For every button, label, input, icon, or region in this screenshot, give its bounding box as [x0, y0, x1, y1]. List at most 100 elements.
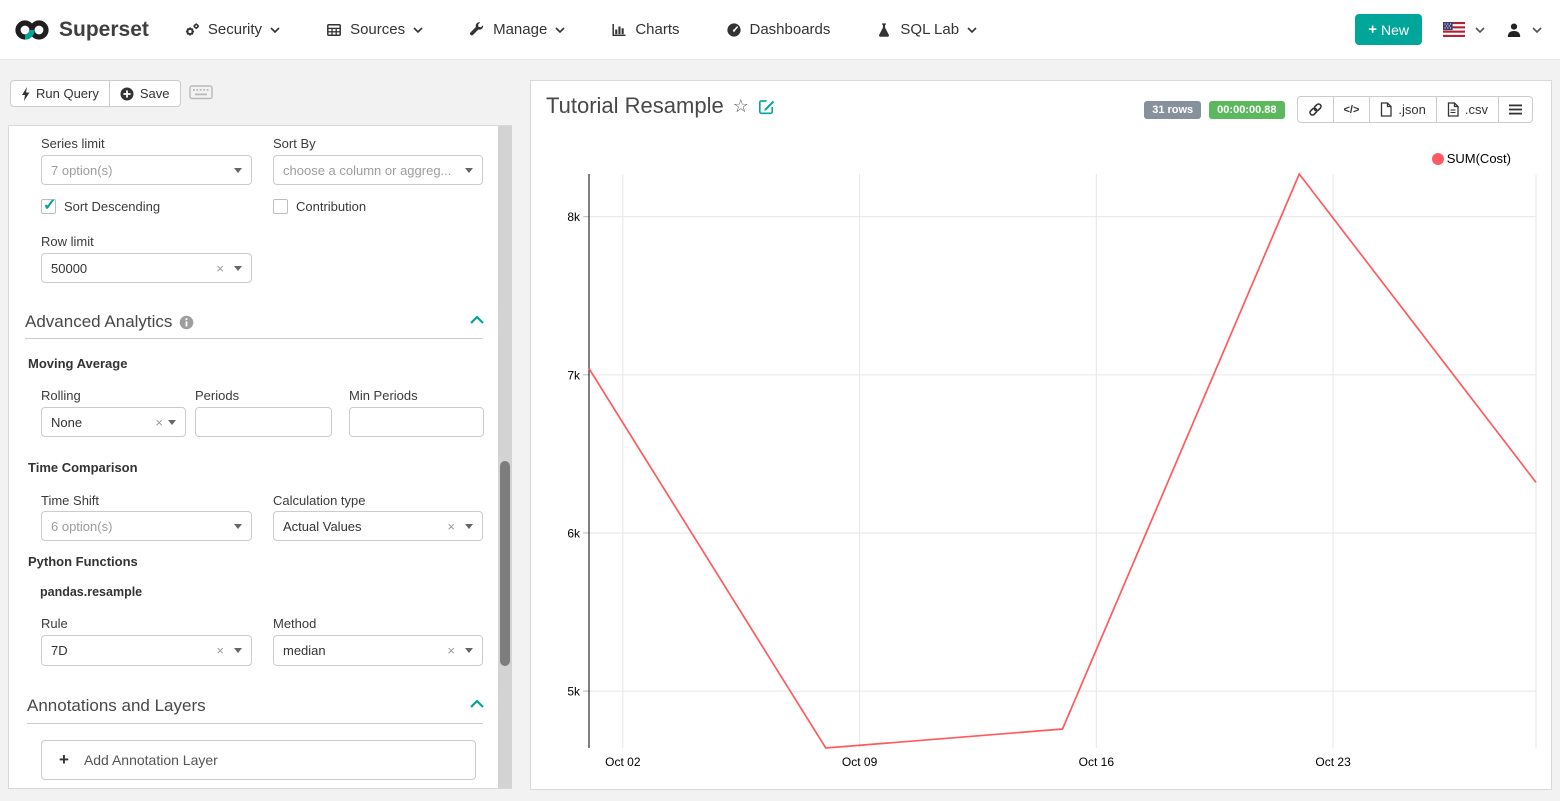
rolling-select[interactable]: None ×: [41, 407, 186, 437]
sort-by-select[interactable]: choose a column or aggreg...: [273, 155, 483, 185]
chart-menu-button[interactable]: [1498, 96, 1533, 123]
clear-icon[interactable]: ×: [216, 644, 224, 657]
select-caret-icon: [465, 524, 473, 529]
nav-item-sql-lab[interactable]: SQL Lab: [853, 0, 1000, 59]
short-url-button[interactable]: [1297, 96, 1334, 123]
query-button-group: Run Query Save: [10, 80, 181, 107]
run-query-button[interactable]: Run Query: [10, 80, 110, 107]
advanced-analytics-section-header[interactable]: Advanced Analytics: [25, 312, 194, 332]
chart-title-row: Tutorial Resample ☆: [546, 93, 775, 119]
info-icon: [179, 315, 194, 330]
nav-menu: Security Sources Manage: [161, 0, 1000, 59]
code-icon: </>: [1344, 104, 1360, 116]
row-limit-select[interactable]: 50000 ×: [41, 253, 252, 283]
annotations-section-header[interactable]: Annotations and Layers: [27, 696, 206, 716]
chevron-down-icon: [555, 27, 565, 33]
select-caret-icon: [168, 420, 176, 425]
nav-item-label: Charts: [635, 21, 679, 38]
top-navbar: Superset: [0, 0, 1560, 60]
time-shift-select[interactable]: 6 option(s): [41, 511, 252, 541]
table-icon: [326, 22, 342, 38]
method-select[interactable]: median ×: [273, 635, 483, 666]
favorite-star-icon[interactable]: ☆: [733, 97, 749, 115]
clear-icon[interactable]: ×: [216, 262, 224, 275]
periods-label: Periods: [195, 388, 239, 403]
superset-brand[interactable]: Superset: [14, 18, 149, 42]
nav-item-security[interactable]: Security: [161, 0, 303, 59]
language-dropdown[interactable]: [1443, 22, 1485, 37]
bolt-icon: [21, 87, 30, 101]
select-caret-icon: [234, 266, 242, 271]
export-json-button[interactable]: .json: [1369, 96, 1436, 123]
new-button[interactable]: +New: [1355, 14, 1422, 45]
nav-item-label: SQL Lab: [900, 21, 959, 38]
edit-title-icon[interactable]: [758, 98, 775, 115]
line-chart: 5k6k7k8kOct 02Oct 09Oct 16Oct 23: [531, 141, 1551, 789]
sort-descending-checkbox[interactable]: ✓ Sort Descending: [41, 199, 160, 214]
clear-icon[interactable]: ×: [155, 416, 163, 429]
clear-icon[interactable]: ×: [447, 644, 455, 657]
user-dropdown[interactable]: [1506, 22, 1542, 38]
contribution-checkbox[interactable]: Contribution: [273, 199, 366, 214]
panel-scrollbar-thumb[interactable]: [500, 461, 510, 666]
export-button-group: </> .json .csv: [1297, 96, 1534, 123]
panel-scrollbar-track[interactable]: [498, 126, 512, 788]
select-caret-icon: [465, 168, 473, 173]
superset-explore-page: { "navbar": { "brand": "Superset", "item…: [0, 0, 1560, 801]
select-caret-icon: [234, 524, 242, 529]
add-annotation-layer-button[interactable]: + Add Annotation Layer: [41, 740, 476, 780]
user-icon: [1506, 22, 1522, 38]
svg-text:8k: 8k: [567, 210, 581, 224]
plus-circle-icon: [120, 87, 134, 101]
sort-by-label: Sort By: [273, 136, 316, 151]
min-periods-input[interactable]: [349, 407, 484, 437]
min-periods-label: Min Periods: [349, 388, 418, 403]
flask-icon: [876, 22, 892, 38]
hamburger-menu-icon: [1509, 104, 1522, 115]
plus-icon: +: [1368, 21, 1377, 38]
query-duration-badge: 00:00:00.88: [1209, 101, 1284, 119]
row-limit-label: Row limit: [41, 234, 94, 249]
save-button[interactable]: Save: [109, 80, 181, 107]
nav-item-sources[interactable]: Sources: [303, 0, 446, 59]
cogs-icon: [184, 22, 200, 38]
nav-item-dashboards[interactable]: Dashboards: [703, 0, 854, 59]
navbar-right: +New: [1355, 14, 1542, 45]
select-caret-icon: [234, 168, 242, 173]
clear-icon[interactable]: ×: [447, 520, 455, 533]
keyboard-icon: [189, 84, 213, 100]
nav-item-label: Security: [208, 21, 262, 38]
svg-text:7k: 7k: [567, 368, 581, 382]
control-panel: Series limit 7 option(s) Sort By choose …: [8, 125, 512, 789]
bar-chart-icon: [611, 22, 627, 38]
nav-item-label: Dashboards: [750, 21, 831, 38]
keyboard-shortcuts-button[interactable]: [189, 84, 213, 103]
collapse-chevron-up-icon[interactable]: [469, 699, 485, 709]
checkbox-unchecked-icon: [273, 199, 288, 214]
calculation-type-select[interactable]: Actual Values ×: [273, 511, 483, 541]
nav-item-charts[interactable]: Charts: [588, 0, 702, 59]
export-csv-button[interactable]: .csv: [1436, 96, 1499, 123]
series-limit-select[interactable]: 7 option(s): [41, 155, 252, 185]
view-query-button[interactable]: </>: [1333, 96, 1371, 123]
nav-item-manage[interactable]: Manage: [446, 0, 588, 59]
time-shift-label: Time Shift: [41, 493, 99, 508]
method-label: Method: [273, 616, 316, 631]
rule-select[interactable]: 7D ×: [41, 635, 252, 666]
svg-text:5k: 5k: [567, 685, 581, 699]
chart-panel: Tutorial Resample ☆ 31 rows 00:00:00.88 …: [530, 80, 1552, 790]
chart-title[interactable]: Tutorial Resample: [546, 93, 724, 119]
python-functions-title: Python Functions: [28, 554, 138, 569]
chevron-down-icon: [270, 27, 280, 33]
select-caret-icon: [465, 648, 473, 653]
rule-label: Rule: [41, 616, 68, 631]
nav-item-label: Sources: [350, 21, 405, 38]
chevron-down-icon: [967, 27, 977, 33]
moving-average-title: Moving Average: [28, 356, 127, 371]
time-comparison-title: Time Comparison: [28, 460, 138, 475]
periods-input[interactable]: [195, 407, 332, 437]
svg-text:6k: 6k: [567, 526, 581, 540]
collapse-chevron-up-icon[interactable]: [469, 315, 485, 325]
us-flag-icon: [1443, 22, 1465, 37]
file-code-icon: [1380, 102, 1392, 117]
